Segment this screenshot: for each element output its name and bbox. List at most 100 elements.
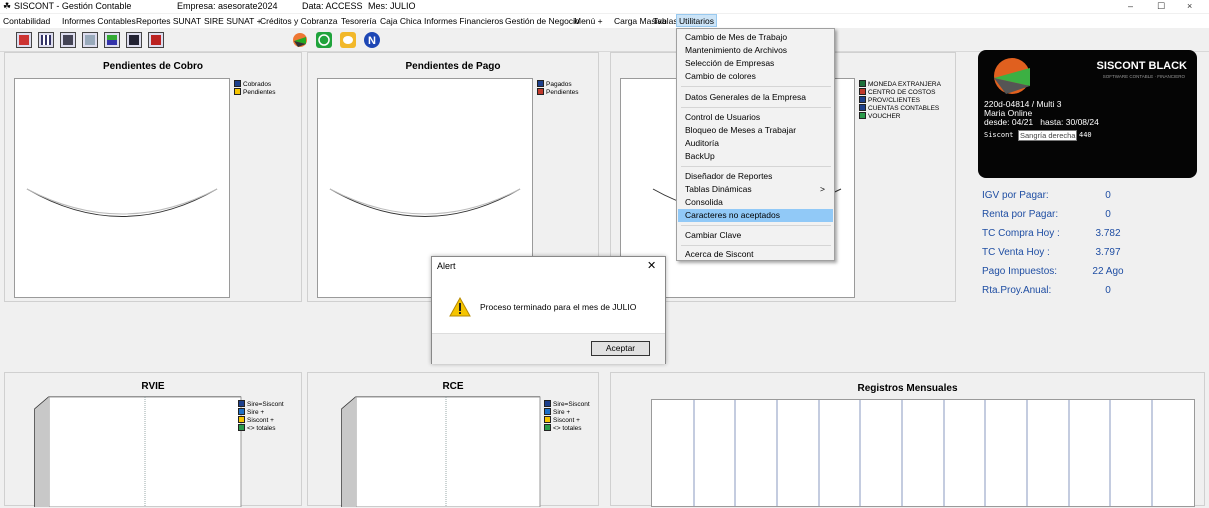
tc-compra-value: 3.782 <box>1095 228 1121 239</box>
menu-sire-sunat[interactable]: SIRE SUNAT + <box>204 16 262 26</box>
legend-item: CUENTAS CONTABLES <box>859 104 941 112</box>
calculator-icon[interactable] <box>60 32 76 48</box>
chart-legend: Cobrados Pendientes <box>234 80 276 96</box>
legend-item: Cobrados <box>234 80 276 88</box>
mes-label: Mes: JULIO <box>368 1 416 11</box>
menu-contabilidad[interactable]: Contabilidad <box>3 16 50 26</box>
legend-swatch <box>238 400 245 407</box>
panel-rvie: RVIE Sire=Siscont Sire + Siscont + <> to… <box>4 372 302 507</box>
chart-icon[interactable] <box>104 32 120 48</box>
legend-swatch <box>859 88 866 95</box>
legend-item: Pendientes <box>234 88 276 96</box>
chart-legend: Sire=Siscont Sire + Siscont + <> totales <box>238 400 284 432</box>
legend-item: CENTRO DE COSTOS <box>859 88 941 96</box>
legend-swatch <box>537 88 544 95</box>
legend-swatch <box>859 96 866 103</box>
book-icon[interactable] <box>148 32 164 48</box>
menu-item-cambiar-clave[interactable]: Cambiar Clave <box>678 229 833 242</box>
menu-creditos-cobranza[interactable]: Créditos y Cobranza <box>260 16 337 26</box>
menu-item-cambio-mes[interactable]: Cambio de Mes de Trabajo <box>678 31 833 44</box>
menu-item-consolida[interactable]: Consolida <box>678 196 833 209</box>
submenu-arrow-icon: > <box>820 184 825 194</box>
legend-item: Siscont + <box>238 416 284 424</box>
legend-item: Pendientes <box>537 88 579 96</box>
menu-informes-financieros[interactable]: Informes Financieros <box>424 16 503 26</box>
menu-item-seleccion-empresas[interactable]: Selección de Empresas <box>678 57 833 70</box>
legend-swatch <box>859 112 866 119</box>
n-app-icon[interactable]: N <box>364 32 380 48</box>
siscont-logo-icon[interactable] <box>292 32 308 48</box>
chat-icon[interactable] <box>340 32 356 48</box>
legend-item: PROV/CLIENTES <box>859 96 941 104</box>
panel-title: Registros Mensuales <box>857 383 958 394</box>
menu-item-backup[interactable]: BackUp <box>678 150 833 163</box>
legend-item: Sire=Siscont <box>544 400 590 408</box>
menu-informes-contables[interactable]: Informes Contables <box>62 16 136 26</box>
menu-item-acerca-siscont[interactable]: Acerca de Siscont <box>678 248 833 261</box>
monthly-grid <box>693 400 1153 506</box>
legend-swatch <box>238 408 245 415</box>
menu-reportes-sunat[interactable]: Reportes SUNAT <box>136 16 201 26</box>
legend-swatch <box>238 424 245 431</box>
window-icon[interactable] <box>82 32 98 48</box>
menu-gestion-negocio[interactable]: Gestión de Negocio <box>505 16 580 26</box>
whatsapp-icon[interactable] <box>316 32 332 48</box>
calendar-icon[interactable] <box>16 32 32 48</box>
chart-plot-area <box>14 78 230 298</box>
accept-button[interactable]: Aceptar <box>591 341 650 356</box>
svg-text:N: N <box>368 35 376 47</box>
menu-item-auditoria[interactable]: Auditoría <box>678 137 833 150</box>
minimize-button[interactable]: – <box>1128 1 1133 11</box>
menu-separator <box>681 86 831 87</box>
line-chart-icon[interactable] <box>126 32 142 48</box>
menu-utilitarios[interactable]: Utilitarios <box>676 14 717 27</box>
menu-caja-chica[interactable]: Caja Chica <box>380 16 422 26</box>
menu-item-cambio-colores[interactable]: Cambio de colores <box>678 70 833 83</box>
menu-item-bloqueo-meses[interactable]: Bloqueo de Meses a Trabajar <box>678 124 833 137</box>
legend-item: <> totales <box>544 424 590 432</box>
menu-separator <box>681 225 831 226</box>
dialog-title: Alert <box>437 261 456 271</box>
menu-tesoreria[interactable]: Tesorería <box>341 16 376 26</box>
grid-icon[interactable] <box>38 32 54 48</box>
legend-item: Pagados <box>537 80 579 88</box>
legend-item: MONEDA EXTRANJERA <box>859 80 941 88</box>
dialog-close-button[interactable]: ✕ <box>647 259 656 272</box>
menu-item-mantenimiento-archivos[interactable]: Mantenimiento de Archivos <box>678 44 833 57</box>
toolbar: N <box>0 29 1209 52</box>
menu-tablas[interactable]: Tablas <box>653 16 678 26</box>
utilitarios-dropdown: Cambio de Mes de Trabajo Mantenimiento d… <box>676 28 835 261</box>
legend-swatch <box>537 80 544 87</box>
tc-compra-label: TC Compra Hoy : <box>982 228 1060 239</box>
igv-value: 0 <box>1105 190 1111 201</box>
legend-item: Sire + <box>544 408 590 416</box>
data-label: Data: ACCESS <box>302 1 363 11</box>
pago-impuestos-value: 22 Ago <box>1092 266 1124 277</box>
panel-title: Pendientes de Pago <box>405 61 501 72</box>
alert-dialog: Alert ✕ Proceso terminado para el mes de… <box>431 256 666 364</box>
igv-label: IGV por Pagar: <box>982 190 1049 201</box>
panel-title: Pendientes de Cobro <box>102 61 203 72</box>
legend-swatch <box>234 80 241 87</box>
menu-item-caracteres-no-aceptados[interactable]: Caracteres no aceptados <box>678 209 833 222</box>
menu-item-datos-generales[interactable]: Datos Generales de la Empresa <box>678 91 833 104</box>
maximize-button[interactable]: ☐ <box>1157 1 1165 12</box>
app-title: SISCONT - Gestión Contable <box>14 1 132 11</box>
card-tagline: SOFTWARE CONTABLE · FINANCIERO <box>1102 74 1185 79</box>
siscont-logo-icon <box>994 58 1030 94</box>
close-button[interactable]: × <box>1187 1 1192 11</box>
panel-title: RVIE <box>141 381 165 392</box>
tc-venta-label: TC Venta Hoy : <box>982 247 1050 258</box>
menu-item-tablas-dinamicas[interactable]: Tablas Dinámicas > <box>678 183 833 196</box>
menu-item-disenador-reportes[interactable]: Diseñador de Reportes <box>678 170 833 183</box>
menu-separator <box>681 166 831 167</box>
menu-menu-plus[interactable]: Menú + <box>574 16 603 26</box>
chart-legend: Sire=Siscont Sire + Siscont + <> totales <box>544 400 590 432</box>
legend-swatch <box>544 416 551 423</box>
bar-chart-frame <box>341 396 541 507</box>
menu-item-control-usuarios[interactable]: Control de Usuarios <box>678 111 833 124</box>
pago-impuestos-label: Pago Impuestos: <box>982 266 1058 277</box>
panel-title: RCE <box>442 381 464 392</box>
license-card: SISCONT BLACK SOFTWARE CONTABLE · FINANC… <box>978 50 1197 178</box>
card-code: 440 <box>1079 131 1092 139</box>
